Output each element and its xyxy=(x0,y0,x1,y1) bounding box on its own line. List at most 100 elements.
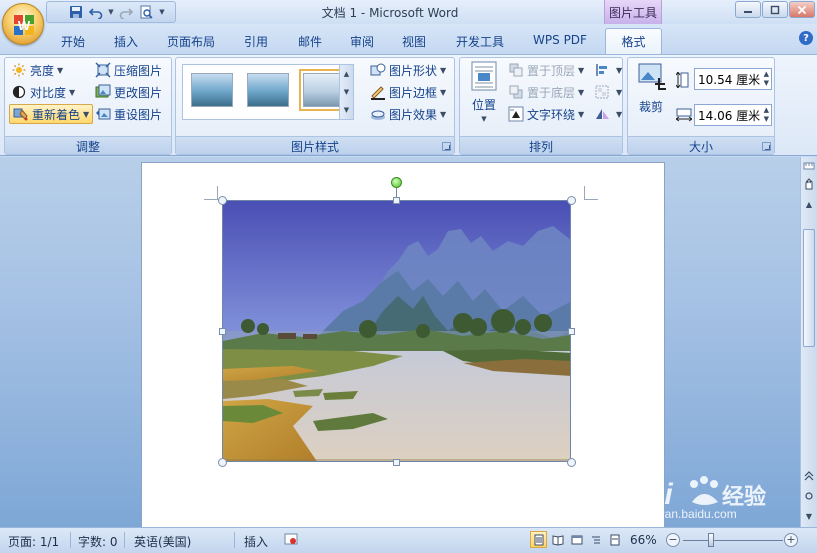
group-adjust: 亮度 ▼ 对比度 ▼ 重新着色 ▼ 压缩图片 更改图片 重设图片 调整 xyxy=(4,57,172,155)
print-layout-view-icon[interactable] xyxy=(530,531,547,548)
brightness-button[interactable]: 亮度 ▼ xyxy=(11,60,63,80)
close-button[interactable] xyxy=(789,1,815,18)
draft-view-icon[interactable] xyxy=(606,531,623,548)
chevron-down-icon: ▼ xyxy=(578,65,585,75)
picture-style-thumb[interactable] xyxy=(191,73,233,107)
picture-border-button[interactable]: 图片边框 ▼ xyxy=(370,82,446,102)
rotate-button[interactable]: ▼ xyxy=(594,104,622,124)
zoom-level[interactable]: 66% xyxy=(630,533,657,547)
previous-page-icon[interactable] xyxy=(802,469,816,483)
resize-handle-bottom-left[interactable] xyxy=(218,458,227,467)
change-picture-button[interactable]: 更改图片 xyxy=(95,82,162,102)
width-value: 14.06 厘米 xyxy=(698,108,761,123)
spin-up-icon[interactable]: ▲ xyxy=(764,106,769,115)
office-button[interactable]: W xyxy=(2,3,44,45)
help-icon[interactable]: ? xyxy=(799,31,813,45)
dialog-launcher-icon[interactable] xyxy=(442,142,451,151)
language-indicator[interactable]: 英语(美国) xyxy=(134,533,191,550)
resize-handle-right[interactable] xyxy=(568,328,575,335)
landscape-picture[interactable] xyxy=(222,200,571,462)
gallery-scroll[interactable]: ▲ ▼ ▼ xyxy=(339,65,353,119)
word-count[interactable]: 字数: 0 xyxy=(78,533,118,550)
zoom-slider-track[interactable] xyxy=(683,540,783,541)
width-spinner[interactable]: 14.06 厘米 ▲ ▼ xyxy=(694,104,772,126)
macro-record-icon[interactable] xyxy=(284,532,298,549)
tab-developer[interactable]: 开发工具 xyxy=(446,30,514,54)
zoom-in-button[interactable]: + xyxy=(784,533,798,547)
compress-pictures-button[interactable]: 压缩图片 xyxy=(95,60,162,80)
tab-format[interactable]: 格式 xyxy=(605,28,662,54)
height-spinner[interactable]: 10.54 厘米 ▲ ▼ xyxy=(694,68,772,90)
redo-icon[interactable] xyxy=(117,3,135,21)
contrast-button[interactable]: 对比度 ▼ xyxy=(11,82,75,102)
customize-qat-icon[interactable]: ▼ xyxy=(157,3,167,21)
outline-view-icon[interactable] xyxy=(587,531,604,548)
tab-references[interactable]: 引用 xyxy=(234,30,278,54)
document-page[interactable] xyxy=(142,163,664,527)
tab-view[interactable]: 视图 xyxy=(392,30,436,54)
hand-pan-icon[interactable] xyxy=(802,177,816,191)
resize-handle-top[interactable] xyxy=(393,197,400,204)
brightness-icon xyxy=(11,62,27,78)
picture-style-thumb[interactable] xyxy=(247,73,289,107)
full-screen-reading-icon[interactable] xyxy=(549,531,566,548)
resize-handle-top-right[interactable] xyxy=(567,196,576,205)
tab-review[interactable]: 审阅 xyxy=(340,30,384,54)
title-bar: ▼ ▼ 文档 1 - Microsoft Word 图片工具 xyxy=(0,0,817,24)
print-preview-icon[interactable] xyxy=(137,3,155,21)
picture-shape-button[interactable]: 图片形状 ▼ xyxy=(370,60,446,80)
picture-effects-button[interactable]: 图片效果 ▼ xyxy=(370,104,446,124)
tab-wps-pdf[interactable]: WPS PDF xyxy=(522,30,598,54)
crop-icon xyxy=(638,63,666,90)
position-button[interactable]: 位置 ▼ xyxy=(466,60,502,123)
tab-page-layout[interactable]: 页面布局 xyxy=(158,30,224,54)
minimize-button[interactable] xyxy=(735,1,761,18)
resize-handle-left[interactable] xyxy=(219,328,226,335)
group-label-arrange: 排列 xyxy=(460,136,622,154)
crop-label: 裁剪 xyxy=(638,100,663,114)
spin-down-icon[interactable]: ▼ xyxy=(764,79,769,88)
vertical-scrollbar[interactable]: ▲ ▼ xyxy=(800,157,817,527)
send-to-back-button[interactable]: 置于底层 ▼ xyxy=(508,82,584,102)
bring-to-front-icon xyxy=(508,62,524,78)
scroll-down-icon[interactable]: ▼ xyxy=(344,88,349,96)
scroll-down-icon[interactable]: ▼ xyxy=(802,509,816,523)
select-browse-object-icon[interactable] xyxy=(802,489,816,503)
zoom-slider-thumb[interactable] xyxy=(708,533,714,547)
resize-handle-bottom-right[interactable] xyxy=(567,458,576,467)
contrast-label: 对比度 xyxy=(30,85,67,100)
save-icon[interactable] xyxy=(67,3,85,21)
gallery-more-icon[interactable]: ▼ xyxy=(344,106,349,114)
recolor-button[interactable]: 重新着色 ▼ xyxy=(9,104,94,124)
tab-mailings[interactable]: 邮件 xyxy=(288,30,332,54)
maximize-button[interactable] xyxy=(762,1,788,18)
resize-handle-bottom[interactable] xyxy=(393,459,400,466)
scroll-up-icon[interactable]: ▲ xyxy=(802,197,816,211)
align-button[interactable]: ▼ xyxy=(594,60,622,80)
reset-picture-icon xyxy=(95,106,111,122)
ruler-toggle-icon[interactable] xyxy=(802,159,816,173)
scroll-thumb[interactable] xyxy=(803,229,815,347)
group-objects-button[interactable]: ▼ xyxy=(594,82,622,102)
rotate-icon xyxy=(594,106,610,122)
scroll-up-icon[interactable]: ▲ xyxy=(344,70,349,78)
rotation-handle[interactable] xyxy=(391,177,402,188)
reset-picture-button[interactable]: 重设图片 xyxy=(95,104,162,124)
dialog-launcher-icon[interactable] xyxy=(762,142,771,151)
resize-handle-top-left[interactable] xyxy=(218,196,227,205)
undo-icon[interactable] xyxy=(87,3,105,21)
page-counter[interactable]: 页面: 1/1 xyxy=(8,533,59,550)
zoom-out-button[interactable]: − xyxy=(666,533,680,547)
bring-to-front-button[interactable]: 置于顶层 ▼ xyxy=(508,60,584,80)
spin-down-icon[interactable]: ▼ xyxy=(764,115,769,124)
tab-home[interactable]: 开始 xyxy=(52,30,94,54)
spin-up-icon[interactable]: ▲ xyxy=(764,70,769,79)
chevron-down-icon: ▼ xyxy=(578,109,585,119)
insert-mode-indicator[interactable]: 插入 xyxy=(244,533,268,550)
text-wrapping-button[interactable]: 文字环绕 ▼ xyxy=(508,104,584,124)
undo-dropdown-icon[interactable]: ▼ xyxy=(107,3,115,21)
tab-insert[interactable]: 插入 xyxy=(104,30,148,54)
chevron-down-icon: ▼ xyxy=(616,87,623,97)
crop-button[interactable]: 裁剪 xyxy=(632,60,670,115)
web-layout-icon[interactable] xyxy=(568,531,585,548)
